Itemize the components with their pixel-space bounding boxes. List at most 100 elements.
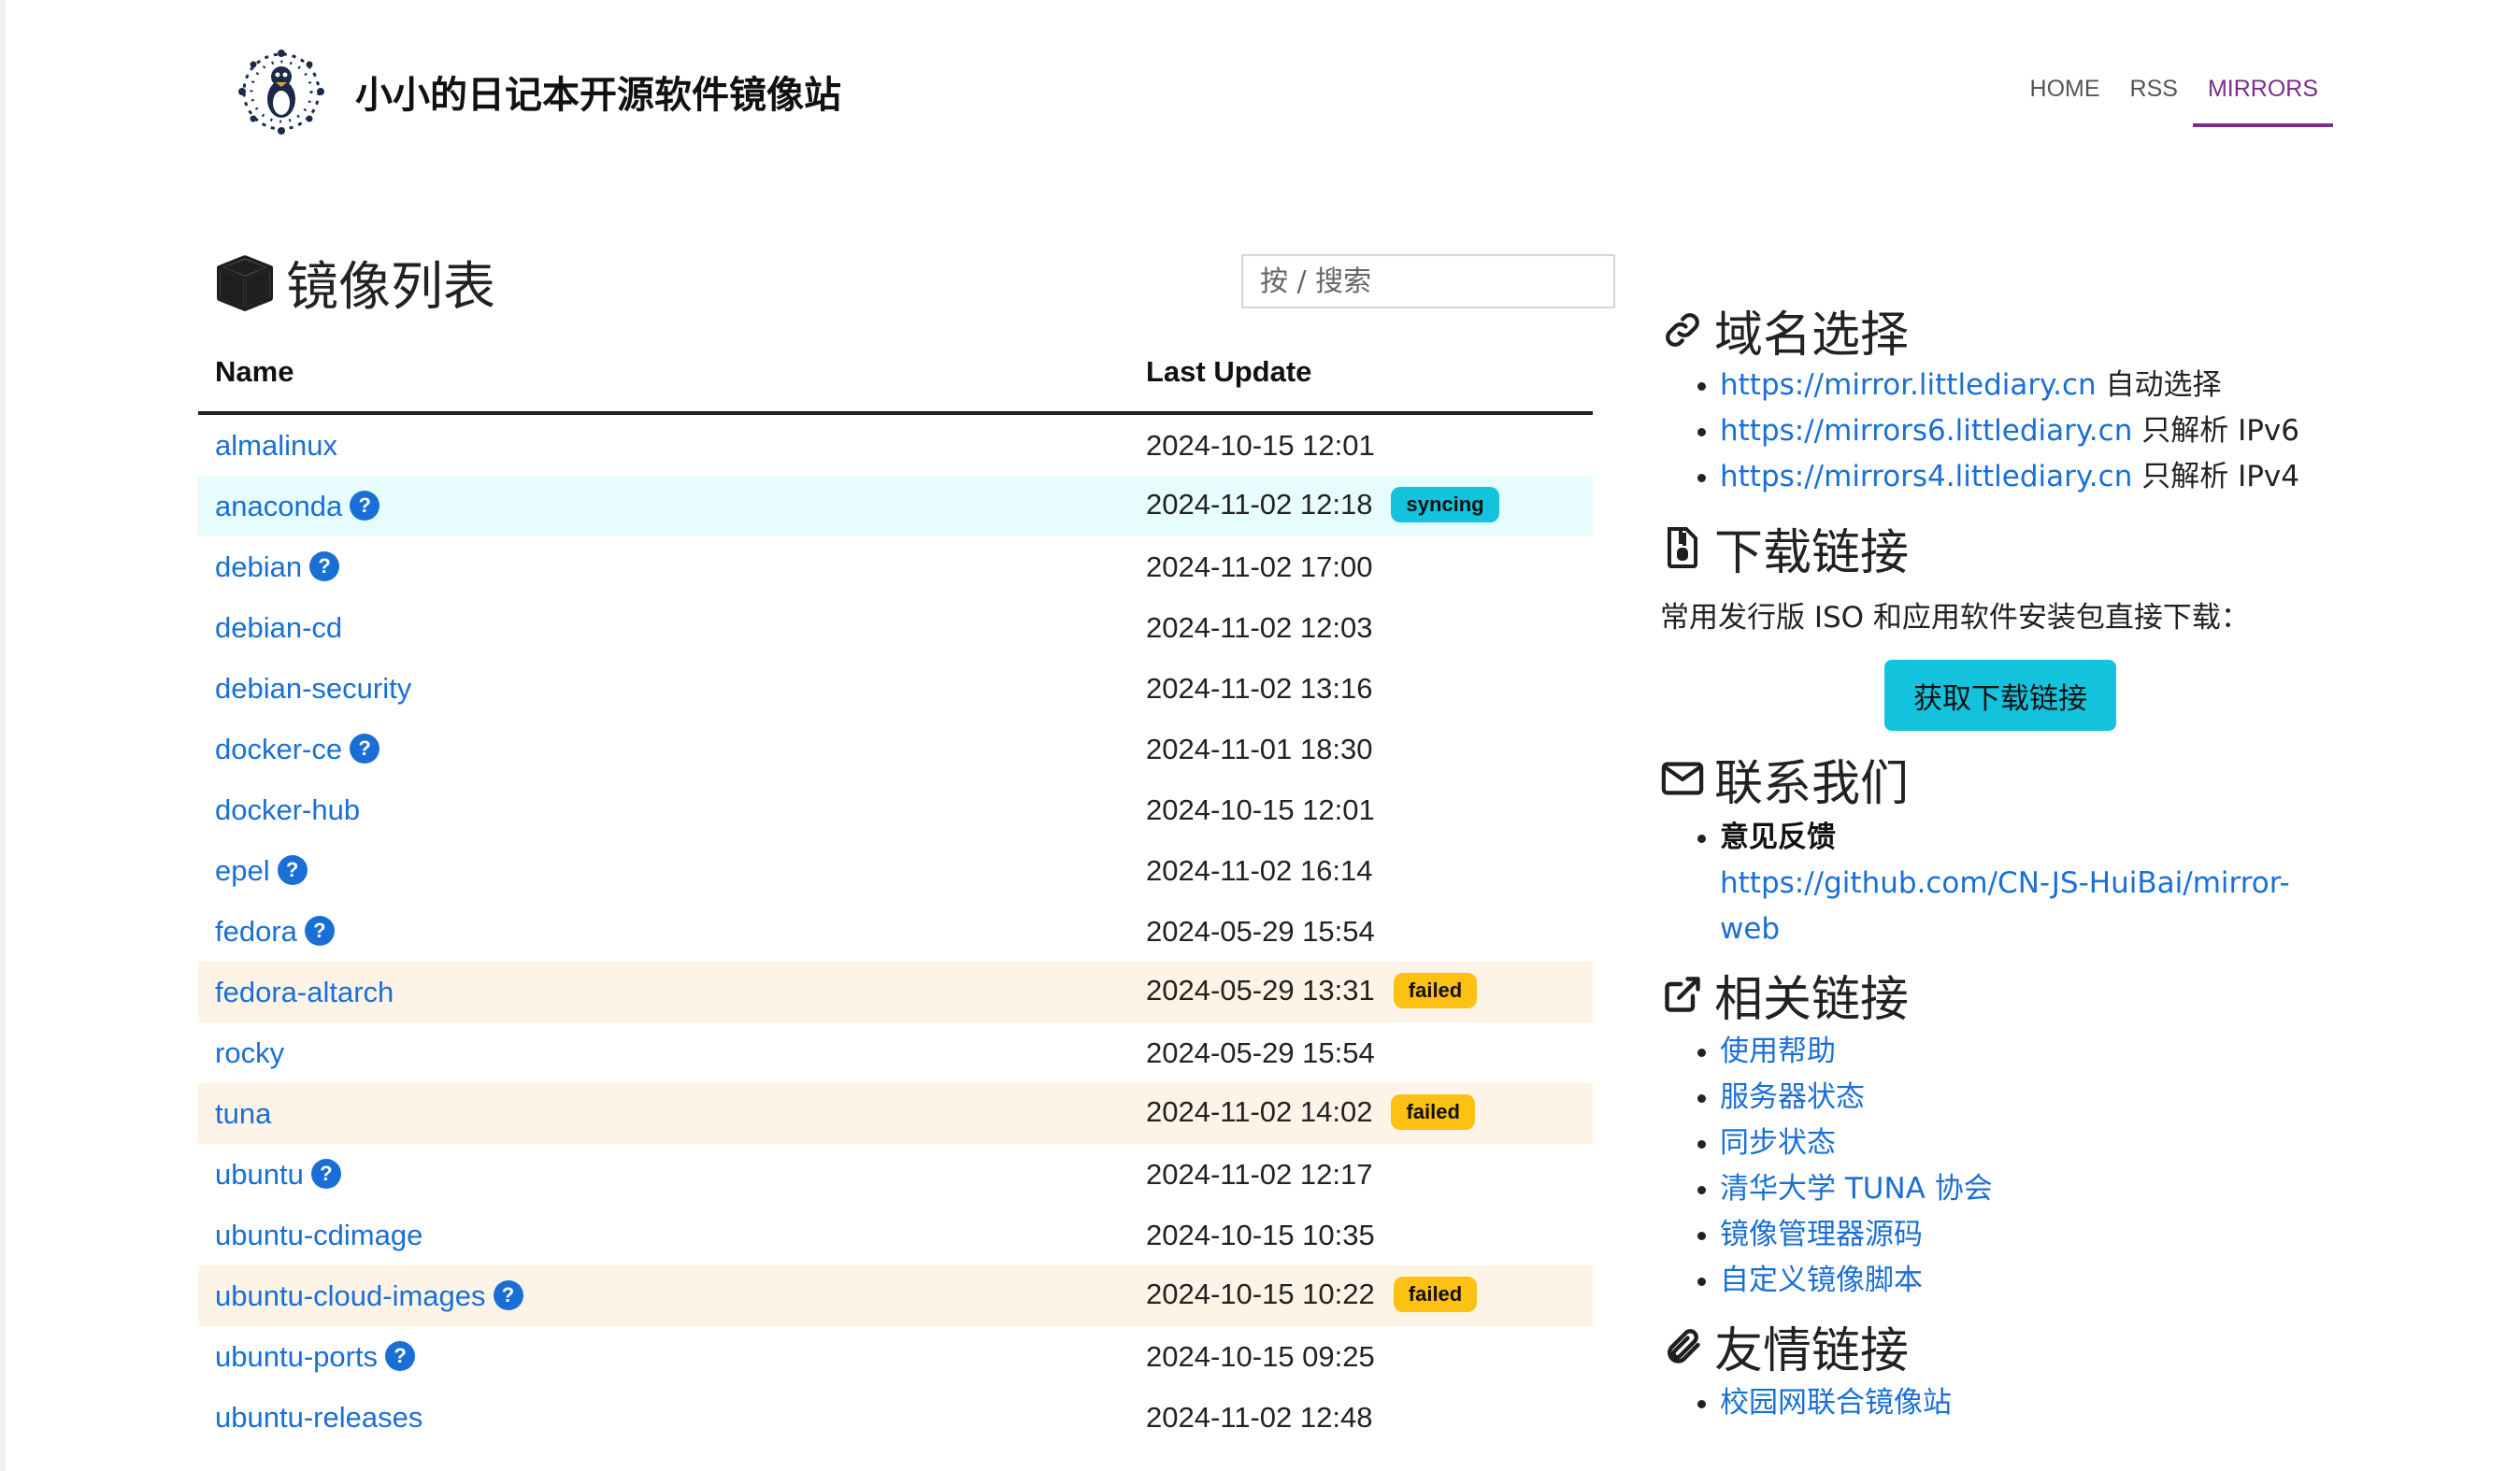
last-update-cell: 2024-05-29 15:54 <box>1129 901 1593 962</box>
feedback-link-row: https://github.com/CN-JS-HuiBai/mirror-w… <box>1720 861 2333 952</box>
mirror-link[interactable]: rocky <box>215 1036 284 1069</box>
contact-list: 意见反馈 <box>1660 815 2333 861</box>
related-section-title: 相关链接 <box>1714 971 1910 1028</box>
mirror-name-cell: anaconda? <box>198 476 1129 536</box>
table-header-row: Name Last Update <box>198 333 1593 415</box>
status-badge: failed <box>1393 972 1478 1008</box>
domain-section-heading: 域名选择 <box>1660 297 2333 364</box>
file-zip-icon <box>1660 525 1705 570</box>
help-icon[interactable]: ? <box>309 551 340 582</box>
domain-link-ipv6[interactable]: https://mirrors6.littlediary.cn <box>1720 414 2132 448</box>
mirror-link[interactable]: epel <box>215 854 270 887</box>
table-row: almalinux 2024-10-15 12:01 <box>198 413 1593 476</box>
envelope-icon <box>1660 756 1705 801</box>
mirror-link[interactable]: docker-hub <box>215 793 360 826</box>
last-update-cell: 2024-05-29 13:31 failed <box>1129 962 1593 1022</box>
status-badge: failed <box>1391 1093 1475 1130</box>
last-update-time: 2024-10-15 10:35 <box>1146 1218 1375 1251</box>
related-link-custom-scripts[interactable]: 自定义镜像脚本 <box>1720 1264 1923 1297</box>
list-item: 校园网联合镜像站 <box>1694 1380 2333 1426</box>
mirror-link[interactable]: ubuntu-cdimage <box>215 1219 422 1251</box>
last-update-time: 2024-11-02 12:18 <box>1146 488 1373 521</box>
list-item: 镜像管理器源码 <box>1694 1212 2333 1258</box>
paperclip-icon <box>1660 1323 1705 1368</box>
friends-section-title: 友情链接 <box>1714 1322 1910 1379</box>
mirror-link[interactable]: tuna <box>215 1097 271 1130</box>
column-header-last-update[interactable]: Last Update <box>1129 333 1593 415</box>
mirror-link[interactable]: debian <box>215 550 302 583</box>
related-link-server-status[interactable]: 服务器状态 <box>1720 1080 1865 1114</box>
download-section-heading: 下载链接 <box>1660 515 2333 581</box>
domain-note: 只解析 IPv4 <box>2141 460 2299 493</box>
get-download-links-button[interactable]: 获取下载链接 <box>1884 660 2116 731</box>
download-section-title: 下载链接 <box>1714 524 1910 581</box>
top-nav: HOME RSS MIRRORS <box>2015 73 2333 127</box>
related-link-sync-status[interactable]: 同步状态 <box>1720 1126 1836 1160</box>
mirror-link[interactable]: docker-ce <box>215 733 342 765</box>
nav-rss[interactable]: RSS <box>2115 73 2193 123</box>
domain-list: https://mirror.littlediary.cn 自动选择 https… <box>1660 363 2333 500</box>
last-update-time: 2024-11-02 14:02 <box>1146 1095 1373 1129</box>
help-icon[interactable]: ? <box>277 855 308 886</box>
mirror-link[interactable]: debian-security <box>215 672 411 705</box>
mirror-link[interactable]: almalinux <box>215 429 337 462</box>
list-item: https://mirrors6.littlediary.cn 只解析 IPv6 <box>1694 408 2333 454</box>
column-header-name[interactable]: Name <box>198 333 1129 415</box>
table-row: fedora-altarch 2024-05-29 13:31 failed <box>198 962 1593 1022</box>
help-icon[interactable]: ? <box>310 1159 341 1190</box>
last-update-cell: 2024-11-02 17:00 <box>1129 536 1593 597</box>
status-badge: failed <box>1393 1276 1478 1312</box>
mirror-link[interactable]: fedora <box>215 915 297 948</box>
mirror-link[interactable]: ubuntu-ports <box>215 1340 378 1373</box>
mirror-link[interactable]: fedora-altarch <box>215 976 394 1008</box>
last-update-time: 2024-11-02 13:16 <box>1146 671 1373 705</box>
mirror-link[interactable]: debian-cd <box>215 611 342 644</box>
help-icon[interactable]: ? <box>304 916 335 947</box>
mirror-link[interactable]: anaconda <box>215 490 342 522</box>
domain-link-auto[interactable]: https://mirror.littlediary.cn <box>1720 368 2097 402</box>
mirror-link[interactable]: ubuntu-cloud-images <box>215 1279 486 1312</box>
domain-section-title: 域名选择 <box>1714 307 1910 364</box>
mirror-link[interactable]: ubuntu <box>215 1158 304 1191</box>
feedback-link[interactable]: https://github.com/CN-JS-HuiBai/mirror-w… <box>1720 866 2290 946</box>
table-row: ubuntu-cdimage 2024-10-15 10:35 <box>198 1205 1593 1265</box>
list-item: 同步状态 <box>1694 1121 2333 1166</box>
domain-note: 只解析 IPv6 <box>2141 414 2299 448</box>
help-icon[interactable]: ? <box>350 491 380 521</box>
nav-home[interactable]: HOME <box>2015 73 2115 123</box>
mirror-name-cell: ubuntu-cdimage <box>198 1205 1129 1265</box>
external-link-icon <box>1660 972 1705 1017</box>
table-row: docker-ce? 2024-11-01 18:30 <box>198 719 1593 779</box>
related-link-manager-source[interactable]: 镜像管理器源码 <box>1720 1218 1923 1251</box>
help-icon[interactable]: ? <box>493 1280 523 1311</box>
contact-section-heading: 联系我们 <box>1660 746 2333 812</box>
related-link-help[interactable]: 使用帮助 <box>1720 1035 1836 1068</box>
last-update-cell: 2024-11-01 18:30 <box>1129 719 1593 779</box>
domain-link-ipv4[interactable]: https://mirrors4.littlediary.cn <box>1720 460 2132 493</box>
friend-link-campus-mirror[interactable]: 校园网联合镜像站 <box>1720 1386 1952 1420</box>
mirror-name-cell: ubuntu? <box>198 1144 1129 1205</box>
last-update-cell: 2024-10-15 10:22 failed <box>1129 1265 1593 1326</box>
last-update-time: 2024-11-02 12:17 <box>1146 1157 1373 1191</box>
site-brand[interactable]: 小小的日记本开源软件镜像站 <box>230 45 841 138</box>
search-input[interactable] <box>1241 254 1615 308</box>
mirror-name-cell: almalinux <box>198 413 1129 476</box>
last-update-time: 2024-11-02 16:14 <box>1146 853 1373 887</box>
table-row: ubuntu? 2024-11-02 12:17 <box>198 1144 1593 1205</box>
last-update-time: 2024-11-02 17:00 <box>1146 550 1373 583</box>
help-icon[interactable]: ? <box>350 734 380 764</box>
related-list: 使用帮助 服务器状态 同步状态 清华大学 TUNA 协会 镜像管理器源码 自定义… <box>1660 1029 2333 1304</box>
related-link-tuna[interactable]: 清华大学 TUNA 协会 <box>1720 1172 1993 1206</box>
mirror-link[interactable]: ubuntu-releases <box>215 1401 422 1434</box>
nav-mirrors[interactable]: MIRRORS <box>2192 73 2333 127</box>
last-update-cell: 2024-11-02 14:02 failed <box>1129 1083 1593 1144</box>
mirror-name-cell: tuna <box>198 1083 1129 1144</box>
mirror-name-cell: docker-hub <box>198 779 1129 840</box>
mirror-name-cell: epel? <box>198 840 1129 901</box>
table-row: debian-cd 2024-11-02 12:03 <box>198 597 1593 658</box>
help-icon[interactable]: ? <box>385 1341 416 1372</box>
mirror-name-cell: ubuntu-cloud-images? <box>198 1265 1129 1326</box>
last-update-time: 2024-10-15 12:01 <box>1146 793 1375 826</box>
last-update-cell: 2024-11-02 12:48 <box>1129 1387 1593 1448</box>
last-update-cell: 2024-10-15 10:35 <box>1129 1205 1593 1265</box>
